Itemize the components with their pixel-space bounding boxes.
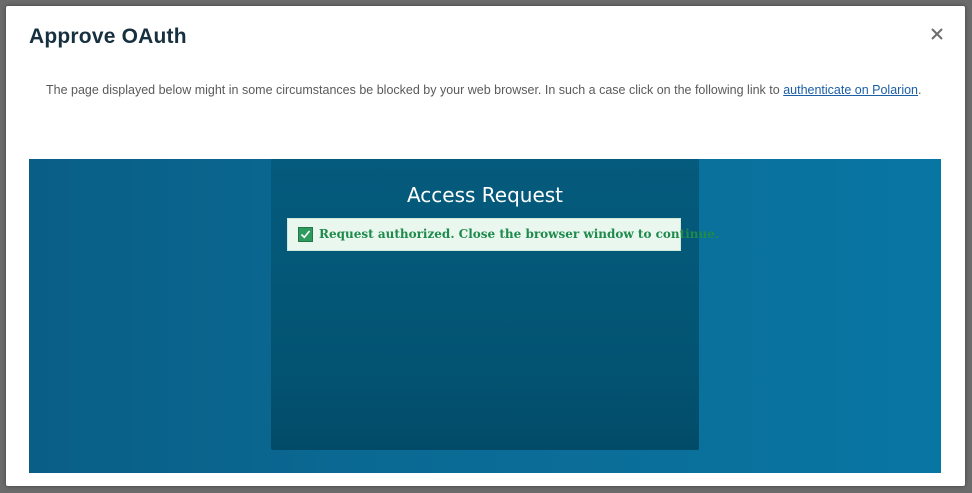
access-request-panel: Access Request Request authorized. Close…	[271, 159, 719, 450]
access-request-title: Access Request	[406, 183, 564, 207]
approve-oauth-dialog: Approve OAuth The page displayed below m…	[6, 6, 965, 486]
info-text-after: .	[918, 83, 922, 97]
authenticate-link[interactable]: authenticate on Polarion	[783, 83, 918, 97]
close-icon	[926, 23, 948, 45]
checkbox-checked-icon	[298, 227, 313, 242]
embedded-auth-frame: Access Request Request authorized. Close…	[29, 159, 941, 473]
dialog-title: Approve OAuth	[29, 25, 187, 48]
authorization-status-message: Request authorized. Close the browser wi…	[319, 227, 720, 241]
close-button[interactable]	[926, 23, 948, 45]
authorization-status-box: Request authorized. Close the browser wi…	[287, 218, 719, 251]
info-message: The page displayed below might in some c…	[46, 81, 936, 100]
info-text-before: The page displayed below might in some c…	[46, 83, 784, 97]
